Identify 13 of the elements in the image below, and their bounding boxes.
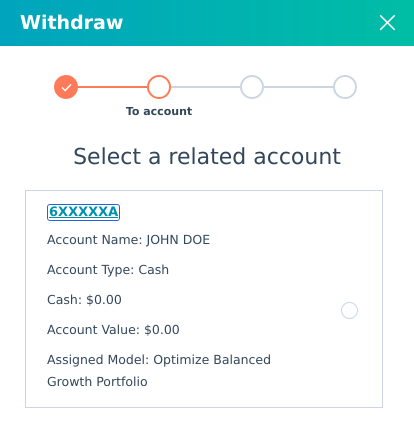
radio-button[interactable]: [341, 302, 358, 319]
window-title: Withdraw: [20, 12, 124, 34]
account-detail: Cash: $0.00: [47, 291, 123, 309]
account-detail: Assigned Model: Optimize Balanced Growth Portfolio: [47, 351, 272, 391]
heading: Select a related account: [72, 145, 342, 170]
close-button[interactable]: ×: [370, 8, 404, 38]
check-icon: [60, 82, 72, 92]
account-card[interactable]: 6XXXXXA Account Name: JOHN DOE Account Type: Cash Cash: $0.00 Account Value: $0.00 Assigned Model: Optimize Balanced Growth Portfolio: [25, 190, 383, 408]
account-detail: Account Type: Cash: [47, 261, 170, 279]
account-number-link[interactable]: 6XXXXXA: [47, 204, 120, 221]
step-label: To account: [126, 105, 192, 118]
account-detail: Account Name: JOHN DOE: [47, 231, 212, 249]
account-detail: Account Value: $0.00: [47, 321, 181, 339]
